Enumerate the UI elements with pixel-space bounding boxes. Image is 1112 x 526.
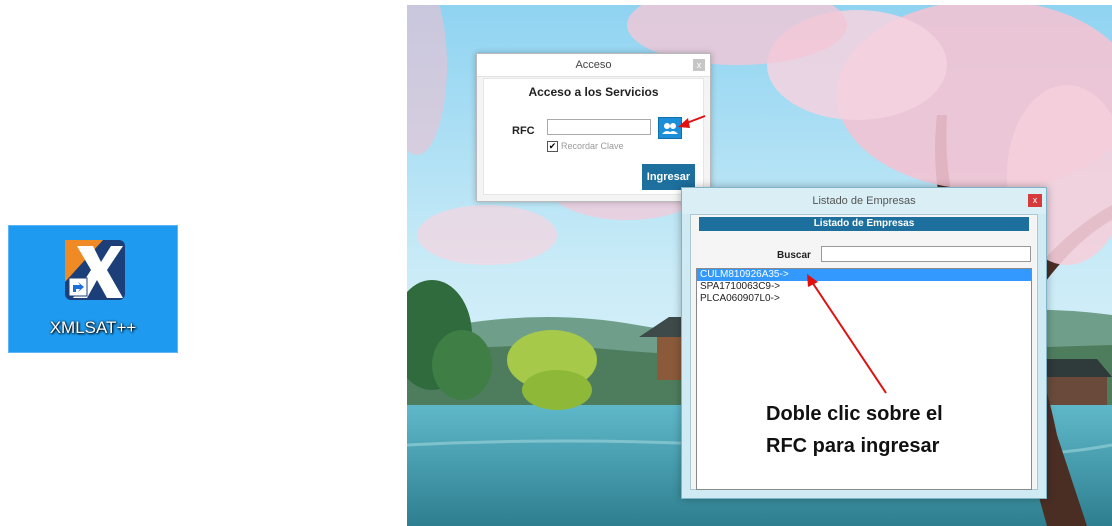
list-item[interactable]: SPA1710063C9-> <box>697 281 1031 293</box>
acceso-titlebar[interactable]: Acceso x <box>477 54 710 77</box>
listado-title: Listado de Empresas <box>812 195 916 207</box>
xmlsat-shortcut[interactable]: XMLSAT++ <box>8 225 178 353</box>
acceso-window: Acceso x Acceso a los Servicios RFC ✔ Rec… <box>476 53 711 202</box>
list-item[interactable]: CULM810926A35-> <box>697 269 1031 281</box>
annotation-line-2: RFC para ingresar <box>766 435 940 457</box>
users-icon <box>662 123 678 134</box>
listado-close-button[interactable]: x <box>1028 194 1042 207</box>
listado-header-bar: Listado de Empresas <box>699 217 1029 231</box>
select-company-button[interactable] <box>658 117 682 139</box>
rfc-label: RFC <box>512 125 535 137</box>
list-item[interactable]: PLCA060907L0-> <box>697 293 1031 305</box>
shortcut-label: XMLSAT++ <box>49 318 137 337</box>
acceso-heading: Acceso a los Servicios <box>528 85 659 99</box>
remember-checkbox[interactable]: ✔ Recordar Clave <box>547 141 624 153</box>
rfc-input[interactable] <box>547 119 651 135</box>
xmlsat-app-icon <box>65 240 125 300</box>
checkmark-icon: ✔ <box>547 141 558 153</box>
instruction-annotation: Doble clic sobre el RFC para ingresar <box>766 398 943 462</box>
acceso-title: Acceso <box>575 59 612 71</box>
acceso-panel: Acceso a los Servicios RFC ✔ Recordar Cla… <box>483 78 704 195</box>
acceso-close-button[interactable]: x <box>693 59 705 71</box>
search-label: Buscar <box>777 250 811 261</box>
search-input[interactable] <box>821 246 1031 262</box>
annotation-line-1: Doble clic sobre el <box>766 403 943 425</box>
listado-titlebar[interactable]: Listado de Empresas x <box>682 188 1046 214</box>
remember-label: Recordar Clave <box>561 141 624 151</box>
